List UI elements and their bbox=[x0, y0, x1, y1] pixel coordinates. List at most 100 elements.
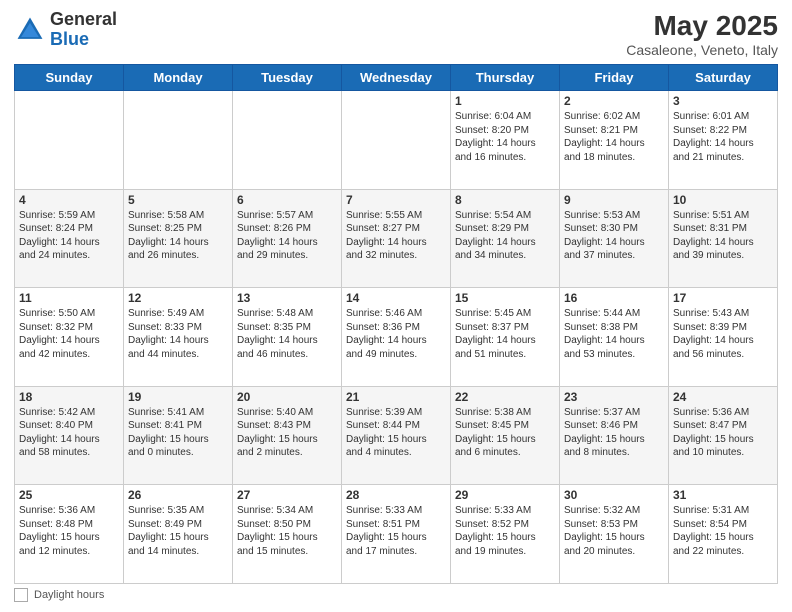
page: General Blue May 2025 Casaleone, Veneto,… bbox=[0, 0, 792, 612]
day-cell-empty-0 bbox=[15, 91, 124, 190]
day-cell-20: 20 Sunrise: 5:40 AM Sunset: 8:43 PM Dayli… bbox=[233, 386, 342, 485]
day-info: Sunrise: 5:45 AM Sunset: 8:37 PM Dayligh… bbox=[455, 307, 555, 361]
day-number: 31 bbox=[673, 488, 773, 502]
day-cell-16: 16 Sunrise: 5:44 AM Sunset: 8:38 PM Dayli… bbox=[560, 288, 669, 387]
weekday-header-wednesday: Wednesday bbox=[342, 65, 451, 91]
day-cell-11: 11 Sunrise: 5:50 AM Sunset: 8:32 PM Dayli… bbox=[15, 288, 124, 387]
day-number: 22 bbox=[455, 390, 555, 404]
day-cell-15: 15 Sunrise: 5:45 AM Sunset: 8:37 PM Dayli… bbox=[451, 288, 560, 387]
location: Casaleone, Veneto, Italy bbox=[626, 42, 778, 58]
day-cell-13: 13 Sunrise: 5:48 AM Sunset: 8:35 PM Dayli… bbox=[233, 288, 342, 387]
day-number: 21 bbox=[346, 390, 446, 404]
weekday-header-saturday: Saturday bbox=[669, 65, 778, 91]
day-number: 4 bbox=[19, 193, 119, 207]
week-row-2: 4 Sunrise: 5:59 AM Sunset: 8:24 PM Daylig… bbox=[15, 189, 778, 288]
daylight-box bbox=[14, 588, 28, 602]
day-cell-6: 6Sunrise: 5:57 AM Sunset: 8:26 PM Daylig… bbox=[233, 189, 342, 288]
day-number: 23 bbox=[564, 390, 664, 404]
weekday-header-thursday: Thursday bbox=[451, 65, 560, 91]
footer: Daylight hours bbox=[14, 588, 778, 602]
day-info: Sunrise: 5:46 AM Sunset: 8:36 PM Dayligh… bbox=[346, 307, 446, 361]
day-cell-30: 30Sunrise: 5:32 AM Sunset: 8:53 PM Dayli… bbox=[560, 485, 669, 584]
day-cell-17: 17Sunrise: 5:43 AM Sunset: 8:39 PM Dayli… bbox=[669, 288, 778, 387]
logo-blue-text: Blue bbox=[50, 29, 89, 49]
day-info: Sunrise: 5:41 AM Sunset: 8:41 PM Dayligh… bbox=[128, 406, 228, 460]
day-info: Sunrise: 6:01 AM Sunset: 8:22 PM Dayligh… bbox=[673, 110, 773, 164]
day-number: 17 bbox=[673, 291, 773, 305]
day-number: 29 bbox=[455, 488, 555, 502]
day-number: 16 bbox=[564, 291, 664, 305]
title-block: May 2025 Casaleone, Veneto, Italy bbox=[626, 10, 778, 58]
day-info: Sunrise: 6:04 AM Sunset: 8:20 PM Dayligh… bbox=[455, 110, 555, 164]
day-info: Sunrise: 5:44 AM Sunset: 8:38 PM Dayligh… bbox=[564, 307, 664, 361]
day-number: 26 bbox=[128, 488, 228, 502]
day-cell-27: 27Sunrise: 5:34 AM Sunset: 8:50 PM Dayli… bbox=[233, 485, 342, 584]
day-cell-24: 24 Sunrise: 5:36 AM Sunset: 8:47 PM Dayli… bbox=[669, 386, 778, 485]
day-info: Sunrise: 5:33 AM Sunset: 8:51 PM Dayligh… bbox=[346, 504, 446, 558]
day-cell-empty-1 bbox=[124, 91, 233, 190]
weekday-header-tuesday: Tuesday bbox=[233, 65, 342, 91]
day-number: 30 bbox=[564, 488, 664, 502]
day-number: 3 bbox=[673, 94, 773, 108]
day-number: 1 bbox=[455, 94, 555, 108]
day-cell-14: 14 Sunrise: 5:46 AM Sunset: 8:36 PM Dayli… bbox=[342, 288, 451, 387]
day-cell-empty-3 bbox=[342, 91, 451, 190]
day-number: 7 bbox=[346, 193, 446, 207]
weekday-header-sunday: Sunday bbox=[15, 65, 124, 91]
day-number: 9 bbox=[564, 193, 664, 207]
day-info: Sunrise: 5:37 AM Sunset: 8:46 PM Dayligh… bbox=[564, 406, 664, 460]
week-row-1: 1 Sunrise: 6:04 AM Sunset: 8:20 PM Daylig… bbox=[15, 91, 778, 190]
day-cell-21: 21Sunrise: 5:39 AM Sunset: 8:44 PM Dayli… bbox=[342, 386, 451, 485]
day-number: 8 bbox=[455, 193, 555, 207]
week-row-5: 25 Sunrise: 5:36 AM Sunset: 8:48 PM Dayli… bbox=[15, 485, 778, 584]
day-number: 13 bbox=[237, 291, 337, 305]
day-number: 25 bbox=[19, 488, 119, 502]
day-number: 12 bbox=[128, 291, 228, 305]
day-number: 6 bbox=[237, 193, 337, 207]
day-info: Sunrise: 5:38 AM Sunset: 8:45 PM Dayligh… bbox=[455, 406, 555, 460]
day-cell-26: 26 Sunrise: 5:35 AM Sunset: 8:49 PM Dayli… bbox=[124, 485, 233, 584]
day-info: Sunrise: 5:36 AM Sunset: 8:48 PM Dayligh… bbox=[19, 504, 119, 558]
day-info: Sunrise: 5:53 AM Sunset: 8:30 PM Dayligh… bbox=[564, 209, 664, 263]
day-info: Sunrise: 5:40 AM Sunset: 8:43 PM Dayligh… bbox=[237, 406, 337, 460]
day-info: Sunrise: 5:35 AM Sunset: 8:49 PM Dayligh… bbox=[128, 504, 228, 558]
day-cell-12: 12Sunrise: 5:49 AM Sunset: 8:33 PM Dayli… bbox=[124, 288, 233, 387]
day-cell-7: 7 Sunrise: 5:55 AM Sunset: 8:27 PM Daylig… bbox=[342, 189, 451, 288]
day-number: 15 bbox=[455, 291, 555, 305]
weekday-header-row: SundayMondayTuesdayWednesdayThursdayFrid… bbox=[15, 65, 778, 91]
week-row-4: 18 Sunrise: 5:42 AM Sunset: 8:40 PM Dayli… bbox=[15, 386, 778, 485]
day-number: 10 bbox=[673, 193, 773, 207]
logo-icon bbox=[14, 14, 46, 46]
logo-general-text: General bbox=[50, 9, 117, 29]
day-number: 18 bbox=[19, 390, 119, 404]
day-cell-10: 10Sunrise: 5:51 AM Sunset: 8:31 PM Dayli… bbox=[669, 189, 778, 288]
day-number: 19 bbox=[128, 390, 228, 404]
day-number: 11 bbox=[19, 291, 119, 305]
day-cell-empty-2 bbox=[233, 91, 342, 190]
weekday-header-friday: Friday bbox=[560, 65, 669, 91]
day-info: Sunrise: 5:50 AM Sunset: 8:32 PM Dayligh… bbox=[19, 307, 119, 361]
day-cell-9: 9 Sunrise: 5:53 AM Sunset: 8:30 PM Daylig… bbox=[560, 189, 669, 288]
day-number: 20 bbox=[237, 390, 337, 404]
weekday-header-monday: Monday bbox=[124, 65, 233, 91]
day-number: 24 bbox=[673, 390, 773, 404]
header: General Blue May 2025 Casaleone, Veneto,… bbox=[14, 10, 778, 58]
day-info: Sunrise: 5:48 AM Sunset: 8:35 PM Dayligh… bbox=[237, 307, 337, 361]
day-cell-18: 18 Sunrise: 5:42 AM Sunset: 8:40 PM Dayli… bbox=[15, 386, 124, 485]
week-row-3: 11 Sunrise: 5:50 AM Sunset: 8:32 PM Dayli… bbox=[15, 288, 778, 387]
day-number: 2 bbox=[564, 94, 664, 108]
day-cell-2: 2Sunrise: 6:02 AM Sunset: 8:21 PM Daylig… bbox=[560, 91, 669, 190]
day-info: Sunrise: 5:42 AM Sunset: 8:40 PM Dayligh… bbox=[19, 406, 119, 460]
day-info: Sunrise: 5:36 AM Sunset: 8:47 PM Dayligh… bbox=[673, 406, 773, 460]
daylight-label: Daylight hours bbox=[34, 589, 104, 601]
day-cell-19: 19 Sunrise: 5:41 AM Sunset: 8:41 PM Dayli… bbox=[124, 386, 233, 485]
day-number: 14 bbox=[346, 291, 446, 305]
day-info: Sunrise: 5:59 AM Sunset: 8:24 PM Dayligh… bbox=[19, 209, 119, 263]
day-info: Sunrise: 5:55 AM Sunset: 8:27 PM Dayligh… bbox=[346, 209, 446, 263]
day-info: Sunrise: 5:31 AM Sunset: 8:54 PM Dayligh… bbox=[673, 504, 773, 558]
day-cell-4: 4 Sunrise: 5:59 AM Sunset: 8:24 PM Daylig… bbox=[15, 189, 124, 288]
logo: General Blue bbox=[14, 10, 117, 50]
day-number: 28 bbox=[346, 488, 446, 502]
day-cell-8: 8Sunrise: 5:54 AM Sunset: 8:29 PM Daylig… bbox=[451, 189, 560, 288]
month-year: May 2025 bbox=[626, 10, 778, 42]
